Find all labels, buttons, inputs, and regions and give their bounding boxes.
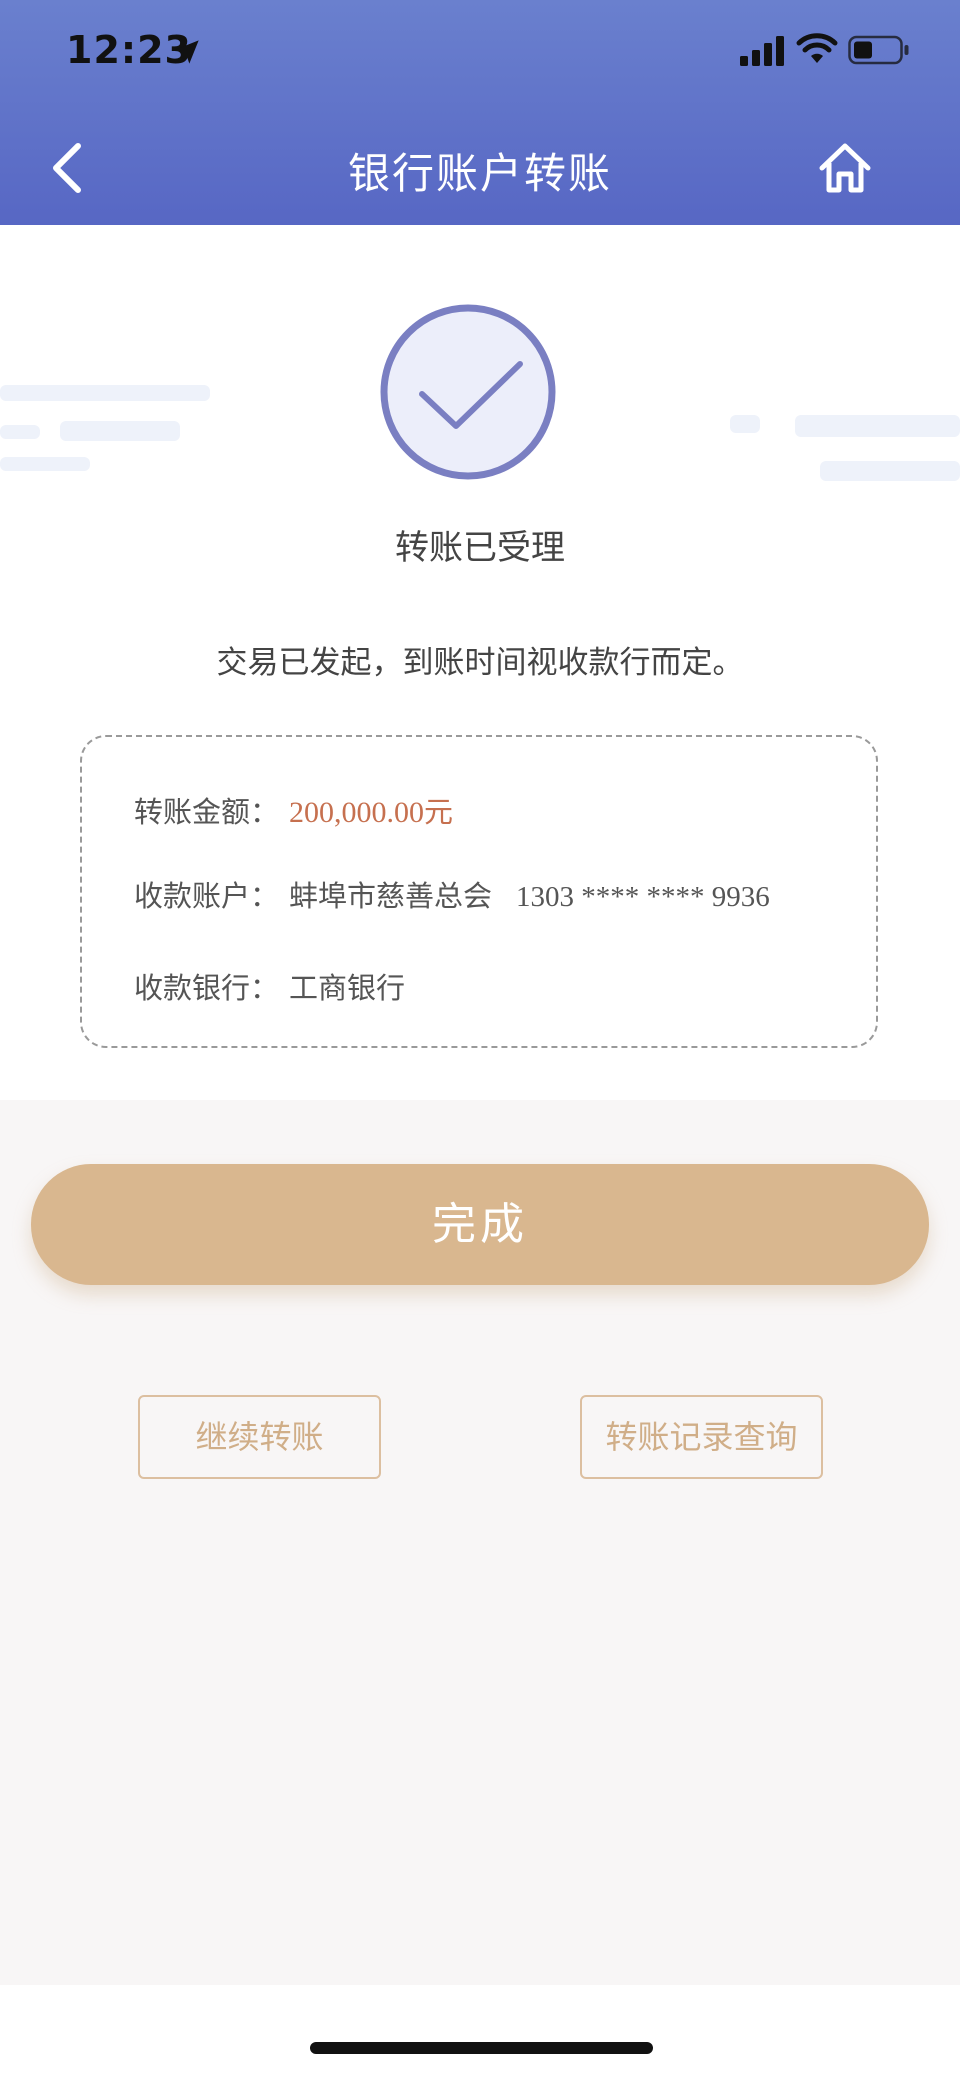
account-name: 蚌埠市慈善总会 [289,879,493,913]
account-row: 收款账户： 蚌埠市慈善总会 1303 **** **** 9936 [134,873,770,915]
decorative-shape [0,457,90,471]
result-title: 转账已受理 [395,528,565,568]
amount-unit: 元 [424,795,454,829]
battery-icon [848,35,909,65]
decorative-shape [820,461,960,481]
decorative-shape [795,415,960,437]
transfer-records-button[interactable]: 转账记录查询 [580,1395,823,1479]
status-bar: 12:23 [0,0,960,100]
done-button[interactable]: 完成 [31,1164,929,1285]
result-card: 转账已受理 交易已发起，到账时间视收款行而定。 转账金额： 200,000.00元… [0,225,960,1100]
decorative-shape [730,415,760,433]
home-indicator[interactable] [310,2042,653,2054]
page-title: 银行账户转账 [347,149,612,198]
check-circle-icon [380,304,556,480]
bank-label: 收款银行： [134,971,280,1005]
result-description: 交易已发起，到账时间视收款行而定。 [216,645,744,681]
continue-transfer-button[interactable]: 继续转账 [138,1395,381,1479]
location-arrow-icon [175,40,199,64]
wifi-icon [796,33,838,63]
bank-row: 收款银行： 工商银行 [134,965,405,1007]
transfer-details: 转账金额： 200,000.00元 收款账户： 蚌埠市慈善总会 1303 **** *… [80,735,878,1048]
decorative-shape [60,421,180,441]
cellular-signal-icon [740,36,784,66]
amount-label: 转账金额： [134,795,280,829]
account-label: 收款账户： [134,879,280,913]
account-number: 1303 **** **** 9936 [516,881,770,913]
header: 12:23 银行账户转账 [0,0,960,225]
amount-row: 转账金额： 200,000.00元 [134,789,453,831]
home-button[interactable] [817,140,873,196]
decorative-shape [0,425,40,439]
bank-value: 工商银行 [289,971,406,1005]
bottom-bar [0,1985,960,2077]
amount-value: 200,000.00 [289,796,425,829]
decorative-shape [0,385,210,401]
